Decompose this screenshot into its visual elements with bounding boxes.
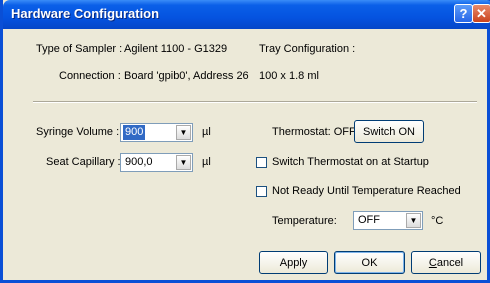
- dropdown-arrow-icon[interactable]: ▼: [406, 213, 421, 228]
- sampler-value: Agilent 1100 - G1329: [124, 43, 228, 55]
- connection-value: Board 'gpib0', Address 26: [124, 70, 249, 82]
- thermostat-status: Thermostat: OFF: [272, 126, 356, 138]
- syringe-volume-label: Syringe Volume :: [36, 126, 120, 138]
- cancel-label: ancel: [436, 256, 464, 269]
- temperature-value: OFF: [358, 214, 380, 226]
- dropdown-arrow-icon[interactable]: ▼: [176, 125, 191, 140]
- apply-button[interactable]: Apply: [259, 251, 328, 274]
- dropdown-arrow-icon[interactable]: ▼: [176, 155, 191, 170]
- temperature-select[interactable]: OFF ▼: [353, 211, 423, 230]
- cancel-mnemonic: C: [428, 256, 437, 269]
- not-ready-checkbox-label: Not Ready Until Temperature Reached: [272, 185, 461, 197]
- title-bar[interactable]: Hardware Configuration ? ✕: [3, 0, 490, 29]
- not-ready-checkbox[interactable]: [256, 186, 267, 197]
- startup-checkbox-label: Switch Thermostat on at Startup: [272, 156, 429, 168]
- connection-label: Connection :: [59, 70, 121, 82]
- help-icon[interactable]: ?: [454, 4, 473, 23]
- close-icon[interactable]: ✕: [472, 4, 490, 23]
- syringe-volume-value: 900: [123, 125, 146, 140]
- tray-label: Tray Configuration :: [259, 43, 356, 55]
- syringe-volume-unit: µl: [202, 126, 211, 138]
- temperature-unit: °C: [431, 215, 444, 227]
- sampler-label: Type of Sampler :: [36, 43, 123, 55]
- tray-value: 100 x 1.8 ml: [259, 70, 319, 82]
- window-title: Hardware Configuration: [11, 6, 160, 21]
- switch-on-button[interactable]: Switch ON: [354, 120, 424, 143]
- syringe-volume-select[interactable]: 900 ▼: [120, 123, 193, 142]
- seat-capillary-unit: µl: [202, 156, 211, 168]
- seat-capillary-select[interactable]: 900,0 ▼: [120, 153, 193, 172]
- startup-checkbox[interactable]: [256, 157, 267, 168]
- temperature-label: Temperature:: [272, 215, 337, 227]
- dialog-window: Hardware Configuration ? ✕ Type of Sampl…: [0, 0, 490, 283]
- separator: [33, 101, 477, 103]
- cancel-button[interactable]: Cancel: [411, 251, 481, 274]
- ok-button[interactable]: OK: [334, 251, 405, 274]
- seat-capillary-label: Seat Capillary :: [46, 156, 121, 168]
- seat-capillary-value: 900,0: [125, 156, 153, 168]
